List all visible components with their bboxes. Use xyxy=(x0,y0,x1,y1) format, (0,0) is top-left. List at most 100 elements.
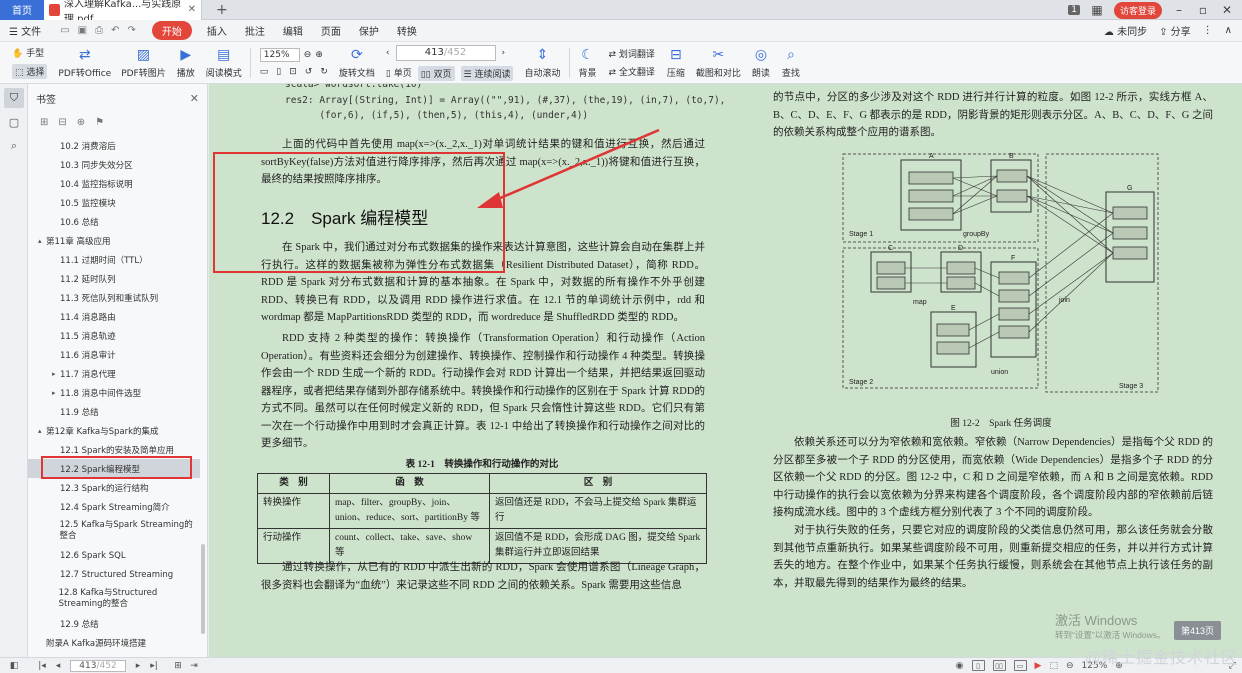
background-button[interactable]: ☾背景 xyxy=(573,42,603,84)
toc-item[interactable]: 10.6 总结 xyxy=(28,212,200,231)
menu-protect[interactable]: 保护 xyxy=(350,23,388,38)
toc-item[interactable]: 12.7 Structured Streaming xyxy=(28,565,200,584)
sync-status[interactable]: ☁ 未同步 xyxy=(1104,23,1147,38)
toc-item[interactable]: 11.9 总结 xyxy=(28,402,200,421)
new-tab-icon[interactable]: + xyxy=(216,2,228,18)
menu-insert[interactable]: 插入 xyxy=(198,23,236,38)
document-view[interactable]: scala> wordsort.take(10) res2: Array[(St… xyxy=(209,84,1242,657)
auto-scroll-button[interactable]: ⇕自动滚动 xyxy=(519,42,565,84)
eye-protect-icon[interactable]: ◉ xyxy=(956,661,964,671)
search-button[interactable]: ⌕查找 xyxy=(776,42,806,84)
search-panel-icon[interactable]: ⌕ xyxy=(4,136,24,156)
zoom-out-icon[interactable]: ⊖ xyxy=(304,50,312,60)
rotate-right-icon[interactable]: ↻ xyxy=(320,67,328,77)
toc-item[interactable]: 12.5 Kafka与Spark Streaming的整合 xyxy=(28,516,200,546)
zoom-out-status-icon[interactable]: ⊖ xyxy=(1066,661,1074,671)
status-page-input[interactable]: 413/452 xyxy=(70,660,126,672)
expand-arrow-icon[interactable]: ▴ xyxy=(38,237,46,245)
share-button[interactable]: ⇪ 分享 xyxy=(1159,23,1191,38)
maximize-icon[interactable]: ▫ xyxy=(1196,3,1210,17)
collapse-icon[interactable]: ∧ xyxy=(1225,25,1232,36)
open-icon[interactable]: ▭ xyxy=(60,25,69,36)
rotate-left-icon[interactable]: ↺ xyxy=(305,67,313,77)
print-icon[interactable]: ⎙ xyxy=(95,25,103,36)
fit-page-icon[interactable]: ▭ xyxy=(260,67,269,77)
single-view-icon[interactable]: ▯ xyxy=(972,660,985,671)
expand-arrow-icon[interactable]: ▴ xyxy=(38,427,46,435)
double-page-button[interactable]: ▯▯ 双页 xyxy=(418,66,455,81)
compress-button[interactable]: ⊟压缩 xyxy=(661,42,691,84)
close-panel-icon[interactable]: ✕ xyxy=(190,92,199,105)
toc-item[interactable]: 11.6 消息审计 xyxy=(28,345,200,364)
pdf-to-office-button[interactable]: ⇄PDF转Office xyxy=(53,42,116,84)
toc-item[interactable]: 11.1 过期时间（TTL） xyxy=(28,250,200,269)
toc-item[interactable]: 10.3 同步失效分区 xyxy=(28,155,200,174)
rotate-document-button[interactable]: ⟳旋转文档 xyxy=(334,42,380,84)
save-icon[interactable]: ▣ xyxy=(78,25,87,36)
toc-item[interactable]: 11.3 死信队列和重试队列 xyxy=(28,288,200,307)
toc-item[interactable]: 12.9 总结 xyxy=(28,614,200,633)
toc-item[interactable]: 附录A Kafka源码环境搭建 xyxy=(28,633,200,652)
bookmark-icon[interactable]: ⛉ xyxy=(4,88,24,108)
screenshot-compare-button[interactable]: ✂截图和对比 xyxy=(691,42,746,84)
hand-tool[interactable]: ✋ 手型 xyxy=(12,46,47,59)
export-icon[interactable]: ⇥ xyxy=(186,661,202,671)
toc-item[interactable]: 12.3 Spark的运行结构 xyxy=(28,478,200,497)
menu-convert[interactable]: 转换 xyxy=(388,23,426,38)
toc-item[interactable]: 10.5 监控模块 xyxy=(28,193,200,212)
full-translate-button[interactable]: ⇄ 全文翻译 xyxy=(609,65,655,78)
prev-page-icon[interactable]: ‹ xyxy=(386,48,390,58)
fit-width-icon[interactable]: ▯ xyxy=(276,67,281,77)
toc-item[interactable]: ▴第12章 Kafka与Spark的集成 xyxy=(28,421,200,440)
toc-item[interactable]: 12.4 Spark Streaming简介 xyxy=(28,497,200,516)
menu-annotate[interactable]: 批注 xyxy=(236,23,274,38)
minimize-icon[interactable]: – xyxy=(1172,3,1186,17)
close-tab-icon[interactable]: ✕ xyxy=(188,4,196,15)
zoom-in-icon[interactable]: ⊕ xyxy=(315,50,323,60)
toc-item[interactable]: 10.4 监控指标说明 xyxy=(28,174,200,193)
book-view-icon[interactable]: ▭ xyxy=(1014,660,1027,671)
collapse-all-icon[interactable]: ⊟ xyxy=(58,117,66,128)
first-page-icon[interactable]: |◂ xyxy=(34,661,50,671)
play-button[interactable]: ▶播放 xyxy=(171,42,201,84)
next-page-icon[interactable]: › xyxy=(502,48,506,58)
redo-icon[interactable]: ↷ xyxy=(127,25,135,36)
toc-item[interactable]: 11.5 消息轨迹 xyxy=(28,326,200,345)
actual-size-icon[interactable]: ⊡ xyxy=(289,67,297,77)
toc-item[interactable]: 11.4 消息路由 xyxy=(28,307,200,326)
expand-arrow-icon[interactable]: ▸ xyxy=(52,389,60,397)
read-mode-button[interactable]: ▤阅读模式 xyxy=(201,42,247,84)
word-translate-button[interactable]: ⇄ 划词翻译 xyxy=(609,47,655,60)
add-page-icon[interactable]: ⊞ xyxy=(170,661,186,671)
last-page-icon[interactable]: ▸| xyxy=(146,661,162,671)
login-button[interactable]: 访客登录 xyxy=(1114,2,1162,19)
thumbnail-icon[interactable]: ▢ xyxy=(4,112,24,132)
more-icon[interactable]: ⋮ xyxy=(1203,25,1213,36)
next-page-status-icon[interactable]: ▸ xyxy=(130,661,146,671)
menu-page[interactable]: 页面 xyxy=(312,23,350,38)
fit-status-icon[interactable]: ⬚ xyxy=(1049,661,1058,671)
double-view-icon[interactable]: ▯▯ xyxy=(993,660,1006,671)
read-aloud-button[interactable]: ◎朗读 xyxy=(746,42,776,84)
toc-item[interactable]: ▸11.7 消息代理 xyxy=(28,364,200,383)
tab-document[interactable]: 深入理解Kafka...与实践原理.pdf ✕ xyxy=(44,0,202,20)
prev-page-status-icon[interactable]: ◂ xyxy=(50,661,66,671)
toc-item[interactable]: ▴第11章 高级应用 xyxy=(28,231,200,250)
toggle-sidebar-icon[interactable]: ◧ xyxy=(6,661,22,671)
toc-item[interactable]: 10.2 消费溶后 xyxy=(28,136,200,155)
expand-all-icon[interactable]: ⊞ xyxy=(40,117,48,128)
zoom-input[interactable]: 125% xyxy=(260,48,300,62)
toc-item[interactable]: 12.2 Spark编程模型 xyxy=(28,459,200,478)
close-window-icon[interactable]: ✕ xyxy=(1220,3,1234,17)
page-number-input[interactable]: 413/452 xyxy=(396,45,496,61)
panel-scrollbar[interactable] xyxy=(201,544,205,634)
bookmark-flag-icon[interactable]: ⚑ xyxy=(95,117,104,128)
select-tool[interactable]: ⬚ 选择 xyxy=(12,64,47,79)
toc-item[interactable]: 12.8 Kafka与Structured Streaming的整合 xyxy=(28,584,200,614)
pdf-to-image-button[interactable]: ▨PDF转图片 xyxy=(116,42,171,84)
toc-item[interactable]: 11.2 延时队列 xyxy=(28,269,200,288)
toc-item[interactable]: 12.1 Spark的安装及简单应用 xyxy=(28,440,200,459)
file-menu[interactable]: ☰ 文件 xyxy=(0,23,50,38)
tab-home[interactable]: 首页 xyxy=(0,0,44,20)
menu-edit[interactable]: 编辑 xyxy=(274,23,312,38)
